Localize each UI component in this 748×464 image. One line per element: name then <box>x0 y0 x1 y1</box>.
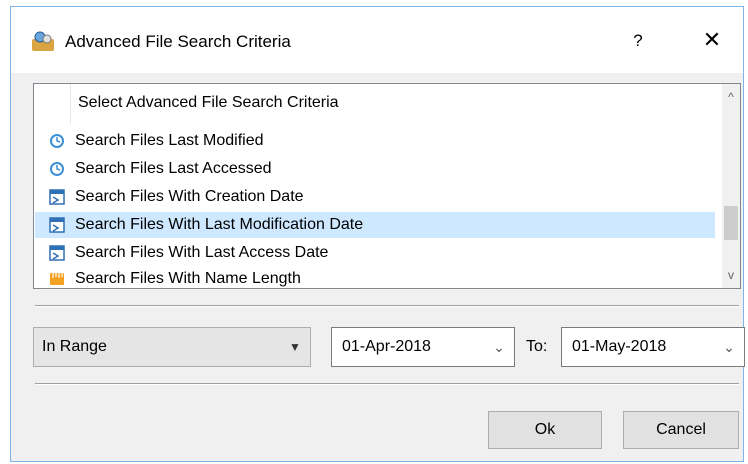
ruler-icon <box>50 273 64 285</box>
help-button[interactable]: ? <box>623 29 653 53</box>
divider <box>35 383 739 385</box>
scroll-up-icon[interactable]: ^ <box>722 88 740 106</box>
criteria-list[interactable]: Select Advanced File Search Criteria Sea… <box>33 83 741 289</box>
clock-icon <box>50 134 64 148</box>
range-mode-value: In Range <box>42 338 107 355</box>
to-label: To: <box>526 338 548 355</box>
app-icon <box>32 31 54 51</box>
range-mode-select[interactable]: In Range ▼ <box>33 327 311 367</box>
ok-button[interactable]: Ok <box>488 411 602 449</box>
clock-icon <box>50 162 64 176</box>
list-item-last-modified[interactable]: Search Files Last Modified <box>35 128 715 154</box>
list-item-label: Search Files Last Modified <box>75 132 264 149</box>
list-item-label: Search Files With Last Modification Date <box>75 216 364 233</box>
list-item-label: Search Files Last Accessed <box>75 160 272 177</box>
close-button[interactable]: ✕ <box>695 25 729 55</box>
window-title: Advanced File Search Criteria <box>65 32 291 51</box>
title-bar[interactable]: Advanced File Search Criteria ? ✕ <box>11 7 743 73</box>
scroll-thumb[interactable] <box>724 206 738 240</box>
from-date-picker[interactable]: 01-Apr-2018 ⌄ <box>331 327 515 367</box>
list-item-label: Search Files With Creation Date <box>75 188 304 205</box>
calendar-icon <box>49 245 65 261</box>
list-item-name-length[interactable]: Search Files With Name Length <box>35 266 715 292</box>
list-header: Select Advanced File Search Criteria <box>78 94 339 111</box>
scroll-down-icon[interactable]: v <box>722 266 740 284</box>
calendar-icon <box>49 217 65 233</box>
from-date-value: 01-Apr-2018 <box>342 338 431 355</box>
list-item-label: Search Files With Name Length <box>75 270 301 287</box>
list-item-label: Search Files With Last Access Date <box>75 244 329 261</box>
to-date-picker[interactable]: 01-May-2018 ⌄ <box>561 327 745 367</box>
to-date-value: 01-May-2018 <box>572 338 667 355</box>
list-item-last-access-date[interactable]: Search Files With Last Access Date <box>35 240 715 266</box>
dropdown-arrow-icon: ▼ <box>289 340 301 354</box>
list-scrollbar[interactable]: ^ v <box>722 84 740 288</box>
chevron-down-icon[interactable]: ⌄ <box>484 339 514 356</box>
list-item-last-accessed[interactable]: Search Files Last Accessed <box>35 156 715 182</box>
list-item-last-modification-date[interactable]: Search Files With Last Modification Date <box>35 212 715 238</box>
advanced-search-dialog: Advanced File Search Criteria ? ✕ Select… <box>10 6 745 462</box>
calendar-icon <box>49 189 65 205</box>
chevron-down-icon[interactable]: ⌄ <box>714 339 744 356</box>
list-item-creation-date[interactable]: Search Files With Creation Date <box>35 184 715 210</box>
header-divider <box>70 84 71 124</box>
divider <box>35 305 739 307</box>
cancel-button[interactable]: Cancel <box>623 411 739 449</box>
